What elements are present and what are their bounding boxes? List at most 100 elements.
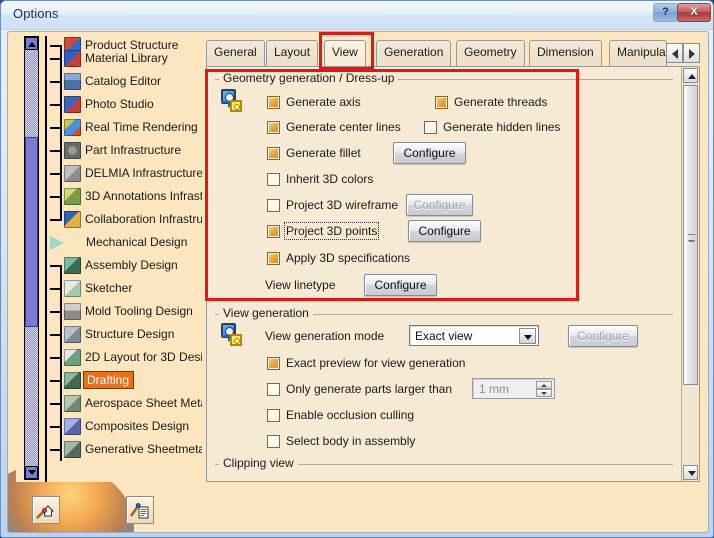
tree-scroll-up-icon[interactable] bbox=[25, 37, 38, 50]
tree-scroll-thumb[interactable] bbox=[25, 137, 38, 327]
checkbox-indicator[interactable] bbox=[267, 198, 280, 212]
mold-tooling-icon bbox=[64, 303, 81, 320]
tree-trunk-line bbox=[60, 116, 62, 139]
tree-trunk-line bbox=[60, 392, 62, 415]
checkbox-indicator[interactable] bbox=[267, 408, 280, 422]
tree-item-material-library[interactable]: Material Library bbox=[50, 47, 202, 70]
checkbox-only-generate-parts-larger[interactable]: Only generate parts larger than bbox=[267, 382, 452, 396]
tree-item-mechanical-design[interactable]: Mechanical Design bbox=[50, 231, 202, 254]
checkbox-indicator[interactable] bbox=[267, 224, 280, 238]
checkbox-inherit-3d-colors[interactable]: Inherit 3D colors bbox=[267, 172, 373, 186]
checkbox-label: Generate threads bbox=[454, 95, 548, 109]
scroll-thumb[interactable] bbox=[683, 85, 698, 385]
home-settings-button[interactable] bbox=[32, 496, 60, 524]
chevron-left-icon bbox=[672, 49, 678, 59]
stepper-down-icon[interactable] bbox=[536, 389, 552, 397]
content-scrollbar[interactable] bbox=[681, 67, 699, 481]
checkbox-select-body-in-assembly[interactable]: Select body in assembly bbox=[267, 434, 415, 448]
checkbox-generate-center-lines[interactable]: Generate center lines bbox=[267, 120, 401, 134]
tab-scroll-left-button[interactable] bbox=[666, 43, 683, 63]
tree-item-catalog-editor[interactable]: Catalog Editor bbox=[50, 70, 202, 93]
tree-item-part-infrastructure[interactable]: Part Infrastructure bbox=[50, 139, 202, 162]
tree-trunk-line bbox=[60, 300, 62, 323]
fillet-configure-button[interactable]: Configure bbox=[393, 142, 466, 164]
checkbox-generate-fillet[interactable]: Generate fillet bbox=[267, 146, 361, 160]
cancel-button[interactable]: Cancel bbox=[641, 532, 709, 533]
title-bar: Options ? X bbox=[1, 1, 713, 30]
tree-root-line bbox=[45, 36, 47, 482]
tree-item-sketcher[interactable]: Sketcher bbox=[50, 277, 202, 300]
tree-item-photo-studio[interactable]: Photo Studio bbox=[50, 93, 202, 116]
tree-item-mold-tooling-design[interactable]: Mold Tooling Design bbox=[50, 300, 202, 323]
stepper-buttons[interactable] bbox=[536, 381, 552, 398]
view-generation-mode-select[interactable]: Exact view bbox=[409, 325, 539, 346]
document-settings-button[interactable] bbox=[126, 496, 154, 524]
tree-item-aerospace-sheet-metal[interactable]: Aerospace Sheet Metal bbox=[50, 392, 202, 415]
ok-button[interactable]: OK bbox=[567, 532, 635, 533]
tab-scroll-right-button[interactable] bbox=[683, 43, 700, 63]
tree-scroll-down-icon[interactable] bbox=[25, 466, 38, 479]
minimum-part-size-stepper[interactable]: 1 mm bbox=[472, 378, 555, 399]
tree-item-label: 2D Layout for 3D Desig bbox=[85, 350, 202, 364]
tab-generation[interactable]: Generation bbox=[376, 40, 452, 66]
close-button[interactable]: X bbox=[677, 3, 711, 22]
checkbox-indicator[interactable] bbox=[267, 172, 280, 186]
tree-branch-line bbox=[50, 127, 60, 129]
tab-geometry[interactable]: Geometry bbox=[456, 40, 525, 66]
tab-layout[interactable]: Layout bbox=[266, 40, 319, 66]
checkbox-indicator[interactable] bbox=[435, 95, 448, 109]
tree-trunk-line bbox=[60, 415, 62, 438]
catalog-editor-icon bbox=[64, 73, 81, 90]
geometry-group-title: Geometry generation / Dress-up bbox=[219, 71, 399, 85]
tree-branch-line bbox=[50, 173, 60, 175]
tree-item-3d-annotations[interactable]: 3D Annotations Infrast bbox=[50, 185, 202, 208]
checkbox-indicator[interactable] bbox=[424, 120, 437, 134]
options-right-panel: General Layout View Generation Geometry … bbox=[206, 34, 700, 520]
tree-item-product-structure[interactable]: Product Structure bbox=[50, 34, 202, 54]
help-button[interactable]: ? bbox=[653, 3, 678, 22]
assembly-design-icon bbox=[64, 257, 81, 274]
points-configure-button[interactable]: Configure bbox=[408, 220, 481, 242]
checkbox-indicator[interactable] bbox=[267, 120, 280, 134]
checkbox-apply-3d-specifications[interactable]: Apply 3D specifications bbox=[267, 251, 410, 265]
checkbox-indicator[interactable] bbox=[267, 382, 280, 396]
checkbox-generate-hidden-lines[interactable]: Generate hidden lines bbox=[424, 120, 560, 134]
checkbox-indicator[interactable] bbox=[267, 356, 280, 370]
checkbox-enable-occlusion-culling[interactable]: Enable occlusion culling bbox=[267, 408, 414, 422]
tree-item-real-time-rendering[interactable]: Real Time Rendering bbox=[50, 116, 202, 139]
view-generation-group-title: View generation bbox=[219, 306, 313, 320]
tab-view[interactable]: View bbox=[324, 40, 366, 68]
checkbox-project-3d-wireframe[interactable]: Project 3D wireframe bbox=[267, 198, 398, 212]
drafting-icon bbox=[64, 372, 81, 389]
tree-item-assembly-design[interactable]: Assembly Design bbox=[50, 254, 202, 277]
checkbox-indicator[interactable] bbox=[267, 146, 280, 160]
tree-trunk-line bbox=[60, 208, 62, 221]
stepper-up-icon[interactable] bbox=[536, 381, 552, 389]
tree-item-2d-layout[interactable]: 2D Layout for 3D Desig bbox=[50, 346, 202, 369]
tree-trunk-line bbox=[60, 265, 62, 277]
checkbox-exact-preview[interactable]: Exact preview for view generation bbox=[267, 356, 465, 370]
checkbox-indicator[interactable] bbox=[267, 95, 280, 109]
tree-item-label: DELMIA Infrastructure bbox=[85, 166, 202, 180]
checkbox-indicator[interactable] bbox=[267, 251, 280, 265]
tree-item-collaboration[interactable]: Collaboration Infrastru bbox=[50, 208, 202, 231]
tree-branch-line bbox=[50, 196, 60, 198]
chevron-down-icon[interactable] bbox=[519, 328, 536, 344]
checkbox-project-3d-points[interactable]: Project 3D points bbox=[267, 222, 380, 240]
tab-dimension[interactable]: Dimension bbox=[529, 40, 602, 66]
tree-item-drafting[interactable]: Drafting bbox=[50, 369, 202, 392]
tab-general[interactable]: General bbox=[206, 40, 265, 66]
tree-scrollbar[interactable] bbox=[24, 36, 39, 480]
tree-item-composites-design[interactable]: Composites Design bbox=[50, 415, 202, 438]
checkbox-generate-threads[interactable]: Generate threads bbox=[435, 95, 547, 109]
scroll-up-button[interactable] bbox=[683, 68, 698, 83]
tree-item-delmia-infrastructure[interactable]: DELMIA Infrastructure bbox=[50, 162, 202, 185]
scroll-down-button[interactable] bbox=[683, 465, 698, 480]
structure-design-icon bbox=[64, 326, 81, 343]
view-linetype-configure-button[interactable]: Configure bbox=[364, 274, 437, 296]
tab-manipulators[interactable]: Manipula bbox=[609, 40, 667, 66]
tree-item-structure-design[interactable]: Structure Design bbox=[50, 323, 202, 346]
tree-item-generative-sheetmetal[interactable]: Generative Sheetmetal bbox=[50, 438, 202, 461]
checkbox-indicator[interactable] bbox=[267, 434, 280, 448]
checkbox-generate-axis[interactable]: Generate axis bbox=[267, 95, 361, 109]
